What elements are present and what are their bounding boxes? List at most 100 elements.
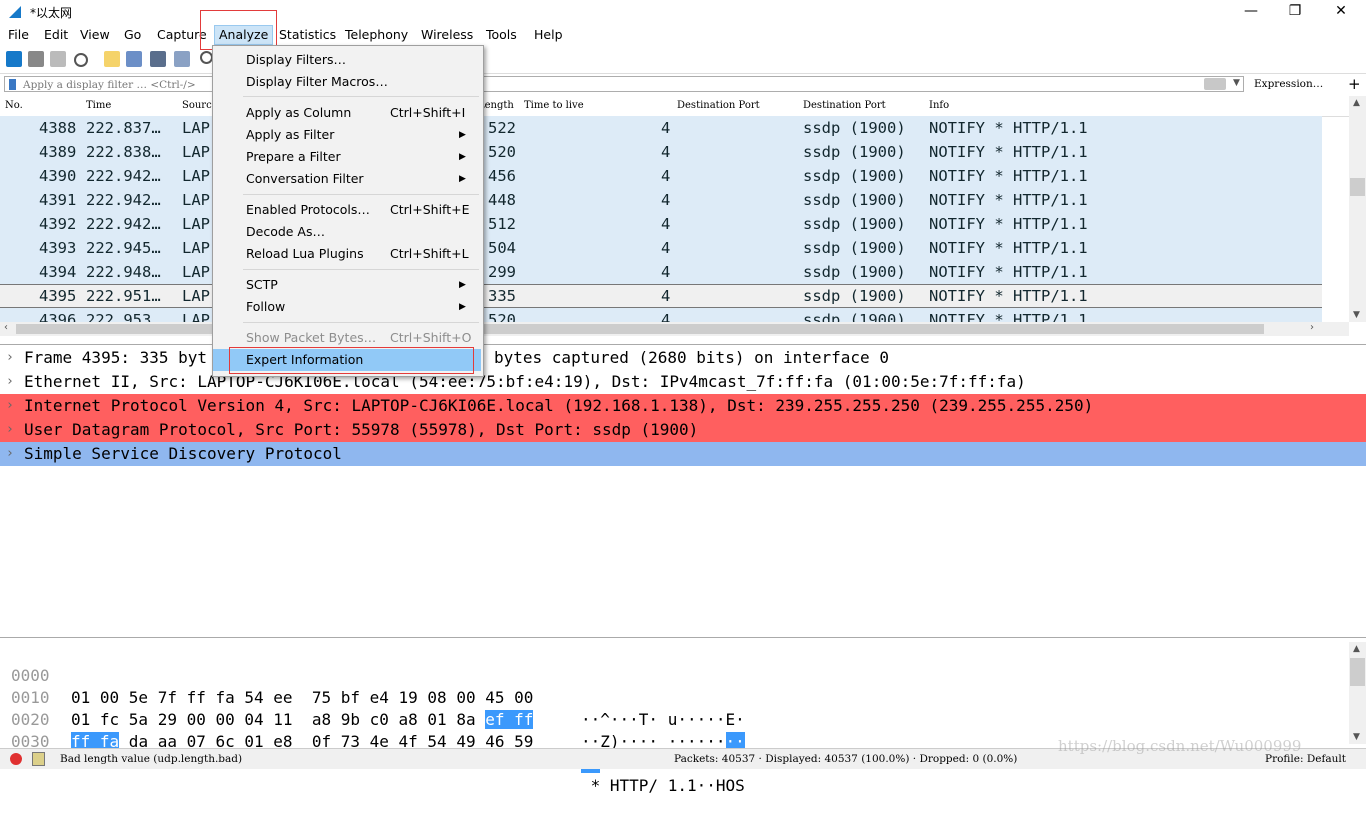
menu-tools[interactable]: Tools (482, 27, 521, 42)
packet-list-hscroll-thumb[interactable] (16, 324, 1264, 334)
menu-statistics[interactable]: Statistics (275, 27, 340, 42)
table-row[interactable]: 4388 222.837… LAP 522 4 ssdp (1900) NOTIFY * H… (0, 116, 1322, 140)
start-capture-icon[interactable] (6, 51, 22, 67)
expand-arrow-icon[interactable]: › (6, 346, 14, 370)
capture-options-icon[interactable] (74, 53, 88, 67)
cell-dport: ssdp (1900) (803, 167, 906, 185)
reload-file-icon[interactable] (174, 51, 190, 67)
table-row[interactable]: 4394 222.948… LAP 299 4 ssdp (1900) NOTIFY * H… (0, 260, 1322, 284)
expand-arrow-icon[interactable]: › (6, 370, 14, 394)
close-button[interactable]: ✕ (1318, 0, 1364, 24)
table-row[interactable]: 4389 222.838… LAP 520 4 ssdp (1900) NOTIFY * H… (0, 140, 1322, 164)
submenu-arrow-icon: ▶ (459, 130, 466, 140)
detail-ssdp[interactable]: › Simple Service Discovery Protocol (0, 442, 1366, 466)
table-row[interactable]: 4390 222.942… LAP 456 4 ssdp (1900) NOTIFY * H… (0, 164, 1322, 188)
save-file-icon[interactable] (126, 51, 142, 67)
col-header-no[interactable]: No. (5, 100, 23, 111)
close-file-icon[interactable] (150, 51, 166, 67)
packet-list-vscroll[interactable]: ▲ ▼ (1349, 96, 1366, 322)
menu-edit[interactable]: Edit (40, 27, 72, 42)
menu-go[interactable]: Go (120, 27, 145, 42)
table-row[interactable]: 4395 222.951… LAP 335 4 ssdp (1900) NOTIFY * H… (0, 284, 1322, 308)
cell-len: 504 (488, 239, 516, 257)
packet-list-vscroll-thumb[interactable] (1350, 178, 1365, 196)
edit-comment-icon[interactable] (32, 752, 45, 766)
menu-item-enabled-protocols[interactable]: Enabled Protocols… Ctrl+Shift+E (213, 199, 481, 221)
display-filter-input[interactable]: Apply a display filter … <Ctrl-/> (4, 76, 1244, 92)
menu-telephony[interactable]: Telephony (341, 27, 412, 42)
menu-wireless[interactable]: Wireless (417, 27, 477, 42)
annotation-box-expert-info (229, 347, 474, 374)
cell-info: NOTIFY * HTTP/1.1 (929, 143, 1088, 161)
cell-src: LAP (182, 191, 210, 209)
menu-help[interactable]: Help (530, 27, 567, 42)
detail-ethernet[interactable]: › Ethernet II, Src: LAPTOP-CJ6KI06E.loca… (0, 370, 1366, 394)
menu-item-apply-as-filter[interactable]: Apply as Filter ▶ (213, 124, 481, 146)
detail-frame[interactable]: › Frame 4395: 335 byt bytes captured (26… (0, 346, 1366, 370)
open-file-icon[interactable] (104, 51, 120, 67)
cell-info: NOTIFY * HTTP/1.1 (929, 119, 1088, 137)
minimize-button[interactable]: — (1228, 0, 1274, 24)
cell-src: LAP (182, 143, 210, 161)
expand-arrow-icon[interactable]: › (6, 442, 14, 466)
cell-dport: ssdp (1900) (803, 119, 906, 137)
table-row[interactable]: 4391 222.942… LAP 448 4 ssdp (1900) NOTIFY * H… (0, 188, 1322, 212)
expert-info-status[interactable]: Bad length value (udp.length.bad) (60, 753, 242, 765)
menu-item-display-filters[interactable]: Display Filters… (213, 49, 481, 71)
col-header-dport-2[interactable]: Destination Port (803, 100, 886, 111)
col-header-ttl[interactable]: Time to live (524, 100, 584, 111)
menu-view[interactable]: View (76, 27, 114, 42)
packet-list[interactable]: No. Time Source Length Time to live Dest… (0, 96, 1349, 323)
cell-time: 222.948… (86, 263, 161, 281)
submenu-arrow-icon: ▶ (459, 280, 466, 290)
menu-item-reload-lua-plugins[interactable]: Reload Lua Plugins Ctrl+Shift+L (213, 243, 481, 265)
apply-filter-arrow-icon[interactable] (1204, 78, 1226, 90)
cell-len: 520 (488, 311, 516, 323)
menu-file[interactable]: File (4, 27, 33, 42)
cell-len: 299 (488, 263, 516, 281)
display-filter-bar: Apply a display filter … <Ctrl-/> ▼ Expr… (0, 73, 1366, 97)
packet-details[interactable]: › Frame 4395: 335 byt bytes captured (26… (0, 344, 1366, 638)
detail-ipv4[interactable]: › Internet Protocol Version 4, Src: LAPT… (0, 394, 1366, 418)
cell-dport: ssdp (1900) (803, 215, 906, 233)
filter-dropdown-icon[interactable]: ▼ (1233, 78, 1240, 88)
cell-ttl: 4 (661, 239, 671, 257)
cell-src: LAP (182, 263, 210, 281)
cell-time: 222.838… (86, 143, 161, 161)
detail-udp[interactable]: › User Datagram Protocol, Src Port: 5597… (0, 418, 1366, 442)
add-filter-button[interactable]: + (1348, 75, 1361, 93)
bytes-vscroll[interactable]: ▲ ▼ (1349, 642, 1366, 744)
cell-info: NOTIFY * HTTP/1.1 (929, 263, 1088, 281)
menu-item-display-filter-macros[interactable]: Display Filter Macros… (213, 71, 481, 93)
table-row[interactable]: 4396 222.953… LAP 520 4 ssdp (1900) NOTIFY * H… (0, 308, 1322, 323)
expand-arrow-icon[interactable]: › (6, 418, 14, 442)
menu-item-show-packet-bytes[interactable]: Show Packet Bytes… Ctrl+Shift+O (213, 327, 481, 349)
packet-list-hscroll[interactable]: ‹ › (0, 322, 1349, 336)
expert-severity-icon[interactable] (10, 753, 22, 765)
cell-time: 222.953… (86, 311, 161, 323)
packet-bytes[interactable]: 0000 01 00 5e 7f ff fa 54 ee 75 bf e4 19… (0, 642, 1349, 795)
selected-bytes: ef ff (485, 710, 534, 729)
col-header-dport-1[interactable]: Destination Port (677, 100, 760, 111)
cell-time: 222.942… (86, 215, 161, 233)
filter-bookmark-icon[interactable] (9, 79, 16, 90)
col-header-time[interactable]: Time (86, 100, 111, 111)
menu-item-prepare-a-filter[interactable]: Prepare a Filter ▶ (213, 146, 481, 168)
col-header-info[interactable]: Info (929, 100, 949, 111)
expression-button[interactable]: Expression… (1254, 78, 1323, 90)
restart-capture-icon[interactable] (50, 51, 66, 67)
cell-src: LAP (182, 287, 210, 305)
table-row[interactable]: 4393 222.945… LAP 504 4 ssdp (1900) NOTIFY * H… (0, 236, 1322, 260)
menu-item-follow[interactable]: Follow ▶ (213, 296, 481, 318)
menu-item-sctp[interactable]: SCTP ▶ (213, 274, 481, 296)
cell-time: 222.837… (86, 119, 161, 137)
table-row[interactable]: 4392 222.942… LAP 512 4 ssdp (1900) NOTIFY * H… (0, 212, 1322, 236)
cell-dport: ssdp (1900) (803, 191, 906, 209)
maximize-button[interactable]: ❐ (1272, 0, 1318, 24)
menu-item-conversation-filter[interactable]: Conversation Filter ▶ (213, 168, 481, 190)
expand-arrow-icon[interactable]: › (6, 394, 14, 418)
stop-capture-icon[interactable] (28, 51, 44, 67)
menu-item-apply-as-column[interactable]: Apply as Column Ctrl+Shift+I (213, 102, 481, 124)
menu-item-decode-as[interactable]: Decode As… (213, 221, 481, 243)
bytes-vscroll-thumb[interactable] (1350, 658, 1365, 686)
